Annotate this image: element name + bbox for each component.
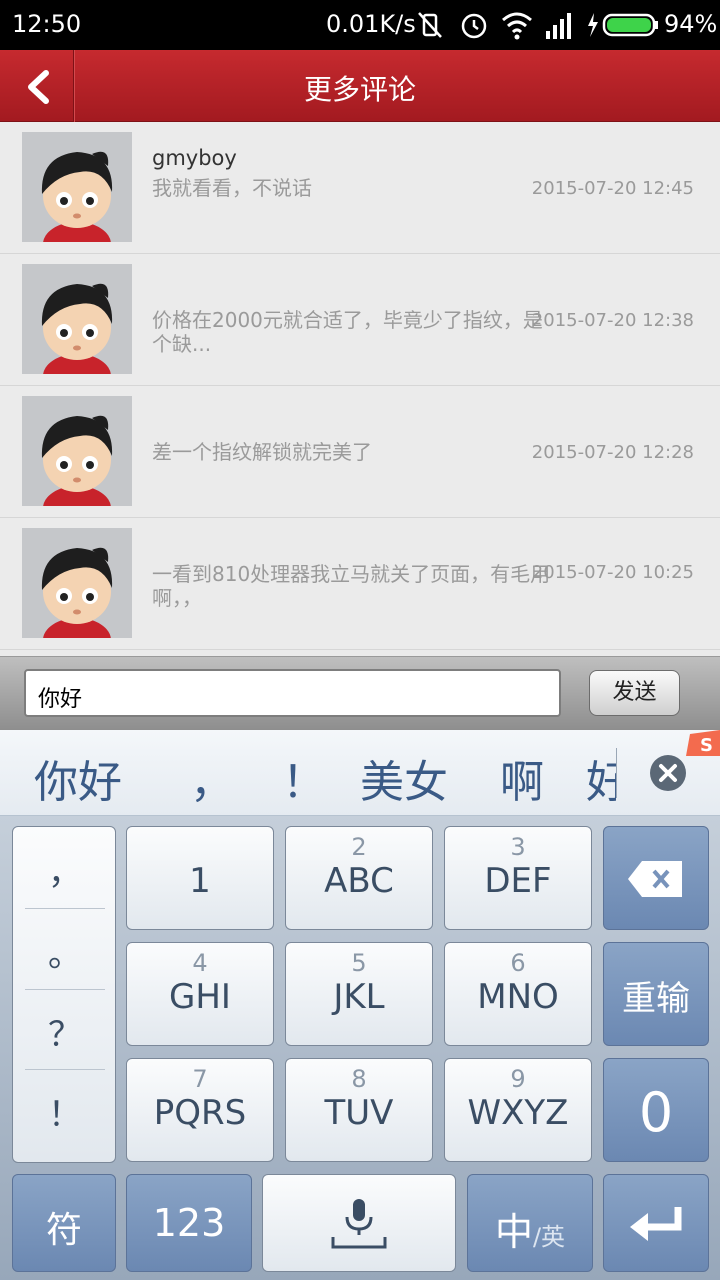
key-2-abc[interactable]: 2 ABC bbox=[285, 826, 433, 930]
language-switch-key[interactable]: 中/英 bbox=[467, 1174, 593, 1272]
comment-row[interactable]: 一看到810处理器我立马就关了页面，有毛用啊，， 2015-07-20 10:2… bbox=[0, 518, 720, 650]
voice-space-key[interactable] bbox=[262, 1174, 456, 1272]
candidate-item[interactable]: 你好 bbox=[34, 746, 122, 810]
key-comma[interactable]: ， bbox=[13, 845, 117, 925]
reinput-key[interactable]: 重输 bbox=[603, 942, 709, 1046]
microphone-icon bbox=[331, 1199, 387, 1249]
candidate-item[interactable]: ， bbox=[190, 746, 234, 810]
send-button[interactable]: 发送 bbox=[589, 670, 680, 716]
divider bbox=[616, 748, 617, 798]
comment-row[interactable]: 差一个指纹解锁就完美了 2015-07-20 12:28 bbox=[0, 386, 720, 518]
comment-list[interactable]: gmyboy 我就看看，不说话 2015-07-20 12:45 价格在2000… bbox=[0, 122, 720, 656]
key-7-pqrs[interactable]: 7 PQRS bbox=[126, 1058, 274, 1162]
page-title: 更多评论 bbox=[303, 73, 416, 106]
numeric-key[interactable]: 123 bbox=[126, 1174, 252, 1272]
net-speed: 0.01K/s bbox=[326, 10, 416, 38]
key-4-ghi[interactable]: 4 GHI bbox=[126, 942, 274, 1046]
divider bbox=[25, 989, 105, 990]
punctuation-column: ， 。 ？ ！ bbox=[12, 826, 116, 1163]
comment-row[interactable]: 价格在2000元就合适了，毕竟少了指纹，是个缺... 2015-07-20 12… bbox=[0, 254, 720, 386]
comment-text: 价格在2000元就合适了，毕竟少了指纹，是个缺... bbox=[152, 308, 543, 356]
candidate-item[interactable]: 啊 bbox=[500, 746, 544, 810]
battery-percent: 94% bbox=[664, 10, 718, 38]
avatar[interactable] bbox=[22, 396, 132, 506]
comment-time: 2015-07-20 12:38 bbox=[531, 310, 694, 331]
candidate-item[interactable]: 美女 bbox=[360, 746, 448, 810]
candidate-item[interactable]: ！ bbox=[282, 746, 326, 810]
enter-icon bbox=[630, 1207, 682, 1241]
comment-text: 一看到810处理器我立马就关了页面，有毛用啊，， bbox=[152, 562, 551, 610]
sogou-logo-icon: S bbox=[686, 730, 720, 756]
divider bbox=[25, 1069, 105, 1070]
comment-text: 差一个指纹解锁就完美了 bbox=[152, 440, 372, 464]
title-bar: 更多评论 bbox=[0, 50, 720, 122]
comment-input-bar: 你好 发送 bbox=[0, 656, 720, 730]
divider bbox=[25, 908, 105, 909]
key-9-wxyz[interactable]: 9 WXYZ bbox=[444, 1058, 592, 1162]
avatar[interactable] bbox=[22, 132, 132, 242]
avatar[interactable] bbox=[22, 528, 132, 638]
svg-text:S: S bbox=[700, 735, 713, 756]
key-exclaim[interactable]: ！ bbox=[13, 1087, 117, 1167]
backspace-key[interactable] bbox=[603, 826, 709, 930]
status-bar: 12:50 0.01K/s 94% bbox=[0, 0, 720, 50]
key-1[interactable]: 1 bbox=[126, 826, 274, 930]
signal-icon bbox=[546, 13, 571, 39]
avatar[interactable] bbox=[22, 264, 132, 374]
symbol-key[interactable]: 符 bbox=[12, 1174, 116, 1272]
comment-row[interactable]: gmyboy 我就看看，不说话 2015-07-20 12:45 bbox=[0, 122, 720, 254]
ime-candidate-bar: 你好 ， ！ 美女 啊 好 bbox=[0, 730, 720, 816]
comment-time: 2015-07-20 12:28 bbox=[531, 442, 694, 463]
comment-time: 2015-07-20 12:45 bbox=[531, 178, 694, 199]
candidate-item[interactable]: 好 bbox=[586, 746, 616, 810]
alarm-icon bbox=[461, 13, 487, 39]
key-6-mno[interactable]: 6 MNO bbox=[444, 942, 592, 1046]
key-3-def[interactable]: 3 DEF bbox=[444, 826, 592, 930]
comment-time: 2015-07-20 10:25 bbox=[531, 562, 694, 583]
battery-charging-icon bbox=[588, 13, 658, 37]
clock: 12:50 bbox=[12, 10, 82, 38]
wifi-icon bbox=[502, 12, 532, 40]
enter-key[interactable] bbox=[603, 1174, 709, 1272]
key-8-tuv[interactable]: 8 TUV bbox=[285, 1058, 433, 1162]
vibrate-off-icon bbox=[418, 12, 442, 38]
key-0[interactable]: 0 bbox=[603, 1058, 709, 1162]
key-question[interactable]: ？ bbox=[13, 1007, 117, 1087]
key-period[interactable]: 。 bbox=[13, 927, 117, 1007]
close-candidates-icon[interactable] bbox=[650, 755, 686, 791]
comment-input[interactable]: 你好 bbox=[24, 669, 561, 717]
comment-text: 我就看看，不说话 bbox=[152, 176, 312, 200]
comment-username: gmyboy bbox=[152, 146, 237, 170]
backspace-icon bbox=[628, 861, 682, 897]
key-5-jkl[interactable]: 5 JKL bbox=[285, 942, 433, 1046]
